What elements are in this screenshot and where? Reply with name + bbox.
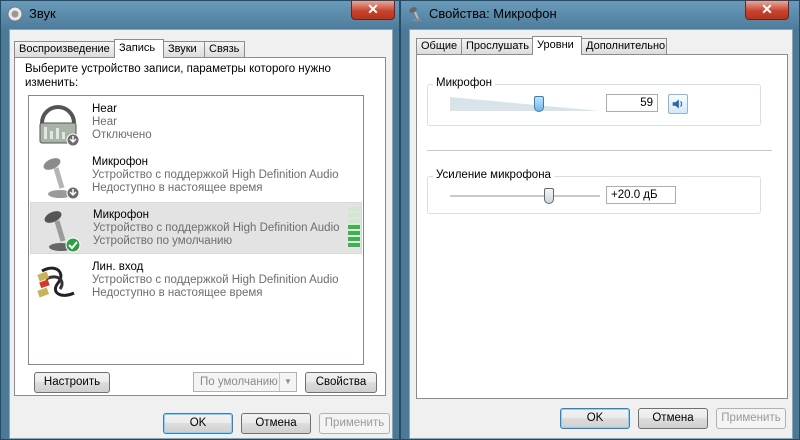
microphone-properties-dialog: Свойства: Микрофон ✕ Общие Прослушать Ур… (400, 0, 800, 440)
microphone-unplugged-icon (43, 158, 80, 200)
meter-segment (348, 237, 360, 241)
tab-strip: Общие Прослушать Уровни Дополнительно (416, 36, 786, 55)
chevron-down-icon[interactable]: ▼ (279, 373, 296, 391)
instruction-text: Выберите устройство записи, параметры ко… (25, 63, 331, 89)
cancel-button[interactable]: Отмена (638, 408, 708, 429)
microphone-default-icon (44, 211, 81, 253)
meter-segment (348, 225, 360, 229)
device-status: Устройство по умолчанию (93, 235, 233, 247)
levels-panel: Микрофон 59 Усиление микрофона +20.0 дБ (416, 54, 788, 399)
level-meter (348, 207, 360, 249)
group-label: Усиление микрофона (433, 169, 554, 181)
meter-segment (348, 213, 360, 217)
device-name: Микрофон (92, 156, 149, 168)
device-name: Микрофон (93, 209, 150, 221)
device-description: Hear (92, 116, 117, 128)
device-row-microphone-2[interactable]: Микрофон Устройство с поддержкой High De… (30, 202, 362, 254)
tab-playback[interactable]: Воспроизведение (14, 41, 115, 57)
apply-button[interactable]: Применить (716, 408, 786, 429)
device-status: Отключено (92, 129, 152, 141)
level-value-field[interactable]: 59 (606, 94, 658, 112)
speaker-icon (672, 99, 683, 109)
device-row-microphone-1[interactable]: Микрофон Устройство с поддержкой High De… (30, 150, 362, 202)
tab-recording[interactable]: Запись (114, 39, 164, 58)
boost-value-field[interactable]: +20.0 дБ (606, 186, 676, 204)
speaker-app-icon (7, 6, 23, 22)
boost-value: +20.0 дБ (611, 189, 658, 201)
properties-button[interactable]: Свойства (305, 372, 377, 393)
meter-segment (348, 243, 360, 247)
device-status: Недоступно в настоящее время (92, 287, 263, 299)
tab-sounds[interactable]: Звуки (163, 41, 205, 57)
tab-general[interactable]: Общие (416, 38, 462, 54)
ok-button[interactable]: OK (560, 408, 630, 429)
close-icon: ✕ (761, 1, 773, 17)
device-description: Устройство с поддержкой High Definition … (92, 169, 339, 181)
title-bar[interactable]: Свойства: Микрофон ✕ (401, 1, 799, 27)
boost-slider-track[interactable] (450, 195, 600, 198)
meter-segment (348, 219, 360, 223)
device-name: Лин. вход (92, 261, 144, 273)
level-slider-track[interactable] (450, 97, 600, 111)
mixer-disabled-icon (39, 105, 80, 147)
set-default-combo[interactable]: По умолчанию ▼ (193, 372, 297, 392)
meter-segment (348, 231, 360, 235)
level-value: 59 (640, 97, 653, 109)
mute-toggle-button[interactable] (668, 94, 688, 114)
level-slider-thumb[interactable] (533, 96, 544, 112)
line-in-cable-icon (37, 266, 75, 298)
title-bar[interactable]: Звук ✕ (1, 1, 399, 27)
cancel-button[interactable]: Отмена (241, 413, 311, 434)
tab-advanced[interactable]: Дополнительно (581, 38, 667, 54)
device-row-line-in[interactable]: Лин. вход Устройство с поддержкой High D… (30, 255, 362, 307)
microphone-app-icon (409, 7, 422, 22)
dialog-client: Воспроизведение Запись Звуки Связь Выбер… (9, 29, 393, 439)
combo-value: По умолчанию (200, 376, 278, 388)
meter-segment (348, 207, 360, 211)
tab-strip: Воспроизведение Запись Звуки Связь (14, 39, 384, 58)
window-title: Звук (29, 6, 56, 21)
window-title: Свойства: Микрофон (429, 6, 557, 21)
device-row-hear[interactable]: Hear Hear Отключено (30, 97, 362, 149)
sound-dialog: Звук ✕ Воспроизведение Запись Звуки Связ… (0, 0, 400, 440)
device-status: Недоступно в настоящее время (92, 182, 263, 194)
microphone-level-group: Микрофон 59 (427, 77, 761, 126)
group-label: Микрофон (433, 77, 496, 89)
device-description: Устройство с поддержкой High Definition … (93, 222, 340, 234)
apply-button[interactable]: Применить (319, 413, 390, 434)
configure-button[interactable]: Настроить (34, 372, 110, 393)
tab-communications[interactable]: Связь (204, 41, 245, 57)
divider (427, 150, 772, 151)
close-button[interactable]: ✕ (351, 1, 395, 20)
tab-listen[interactable]: Прослушать (461, 38, 533, 54)
boost-slider-thumb[interactable] (544, 188, 554, 204)
dialog-client: Общие Прослушать Уровни Дополнительно Ми… (409, 29, 793, 439)
microphone-boost-group: Усиление микрофона +20.0 дБ (427, 169, 761, 214)
recording-panel: Выберите устройство записи, параметры ко… (14, 57, 386, 396)
close-button[interactable]: ✕ (745, 1, 789, 20)
close-icon: ✕ (367, 1, 379, 17)
ok-button[interactable]: OK (163, 413, 233, 434)
device-description: Устройство с поддержкой High Definition … (92, 274, 339, 286)
device-list[interactable]: Hear Hear Отключено Микрофон Устройство … (28, 95, 364, 365)
tab-levels[interactable]: Уровни (532, 36, 582, 55)
device-name: Hear (92, 103, 117, 115)
